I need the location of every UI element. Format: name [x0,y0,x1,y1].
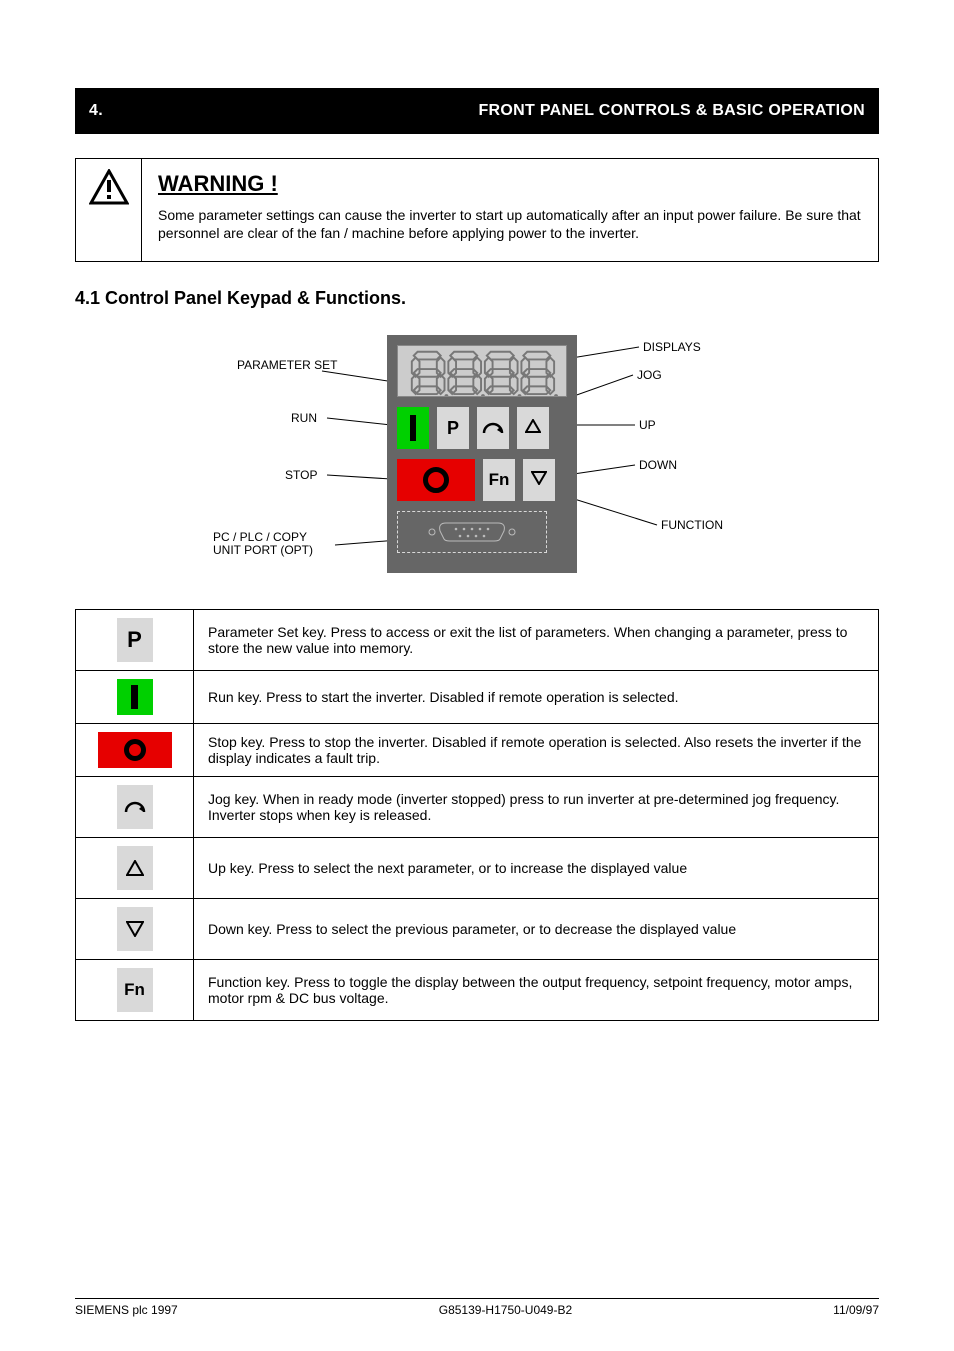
lcd-display [397,345,567,397]
section-header: 4. FRONT PANEL CONTROLS & BASIC OPERATIO… [75,88,879,134]
table-text-cell: Run key. Press to start the inverter. Di… [194,670,879,723]
table-row: Fn Function key. Press to toggle the dis… [76,959,879,1020]
label-up: UP [639,419,656,432]
triangle-down-icon [531,468,547,491]
label-run: RUN [291,412,317,425]
warning-triangle-icon [89,169,129,210]
table-text-cell: Up key. Press to select the next paramet… [194,837,879,898]
warning-icon-cell [76,159,142,261]
stop-button[interactable] [397,459,475,501]
serial-port-box [397,511,547,553]
db9-connector-icon [422,517,522,547]
jog-button[interactable] [477,407,509,449]
table-icon-cell [76,898,194,959]
table-text-cell: Parameter Set key. Press to access or ex… [194,609,879,670]
warning-text-cell: WARNING ! Some parameter settings can ca… [142,159,878,261]
parameter-key-icon: P [117,618,153,662]
warning-title: WARNING ! [158,171,862,197]
function-button[interactable]: Fn [483,459,515,501]
jog-arc-icon [482,414,504,442]
jog-key-icon [117,785,153,829]
subsection-heading: 4.1 Control Panel Keypad & Functions. [75,288,879,309]
down-key-icon [117,907,153,951]
table-row: Run key. Press to start the inverter. Di… [76,670,879,723]
keypad-diagram: PARAMETER SET RUN STOP PC / PLC / COPY U… [157,325,797,585]
label-function: FUNCTION [661,519,723,532]
table-row: P Parameter Set key. Press to access or … [76,609,879,670]
table-row: Jog key. When in ready mode (inverter st… [76,776,879,837]
table-icon-cell [76,670,194,723]
table-row: Stop key. Press to stop the inverter. Di… [76,723,879,776]
page-footer: SIEMENS plc 1997 G85139-H1750-U049-B2 11… [75,1298,879,1317]
run-bar-icon [410,415,416,441]
label-displays: DISPLAYS [643,341,701,354]
footer-left: SIEMENS plc 1997 [75,1303,178,1317]
table-icon-cell [76,723,194,776]
label-stop: STOP [285,469,317,482]
stop-ring-icon [423,467,449,493]
footer-center: G85139-H1750-U049-B2 [439,1303,572,1317]
section-title: FRONT PANEL CONTROLS & BASIC OPERATION [478,102,865,120]
control-panel: P Fn [387,335,577,573]
table-text-cell: Down key. Press to select the previous p… [194,898,879,959]
warning-box: WARNING ! Some parameter settings can ca… [75,158,879,262]
down-button[interactable] [523,459,555,501]
label-port: PC / PLC / COPY UNIT PORT (OPT) [213,531,313,557]
stop-key-icon [98,732,172,768]
section-number: 4. [89,102,103,120]
table-icon-cell [76,837,194,898]
label-jog: JOG [637,369,662,382]
table-icon-cell: P [76,609,194,670]
up-key-icon [117,846,153,890]
label-parameter-set: PARAMETER SET [237,359,337,372]
table-row: Down key. Press to select the previous p… [76,898,879,959]
table-text-cell: Stop key. Press to stop the inverter. Di… [194,723,879,776]
label-down: DOWN [639,459,677,472]
table-row: Up key. Press to select the next paramet… [76,837,879,898]
key-function-table: P Parameter Set key. Press to access or … [75,609,879,1021]
table-text-cell: Function key. Press to toggle the displa… [194,959,879,1020]
warning-body: Some parameter settings can cause the in… [158,207,862,243]
parameter-button[interactable]: P [437,407,469,449]
up-button[interactable] [517,407,549,449]
table-icon-cell [76,776,194,837]
panel-row-1: P [397,407,567,449]
footer-right: 11/09/97 [833,1303,879,1317]
triangle-up-icon [525,416,541,439]
run-button[interactable] [397,407,429,449]
fn-key-icon: Fn [117,968,153,1012]
table-icon-cell: Fn [76,959,194,1020]
panel-row-2: Fn [397,459,567,501]
run-key-icon [117,679,153,715]
table-text-cell: Jog key. When in ready mode (inverter st… [194,776,879,837]
